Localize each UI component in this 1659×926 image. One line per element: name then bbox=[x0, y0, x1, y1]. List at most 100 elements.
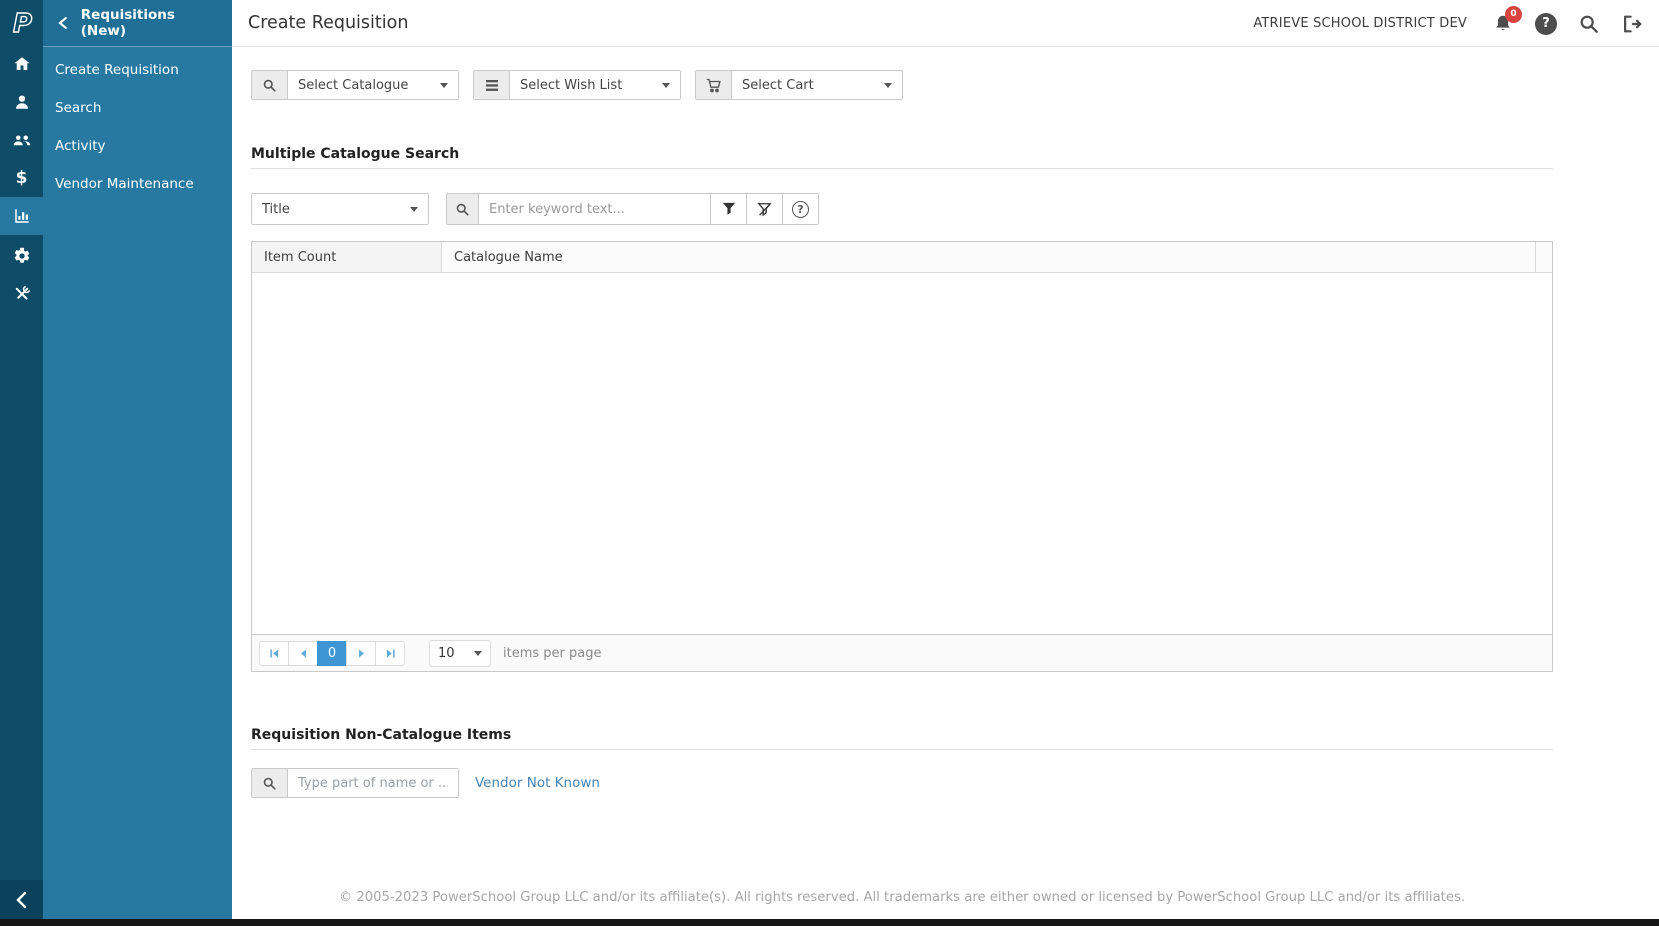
last-page-button[interactable] bbox=[375, 641, 405, 666]
sidebar-item-search[interactable]: Search bbox=[43, 89, 232, 127]
chevron-down-icon bbox=[410, 207, 418, 212]
filter-funnel-icon bbox=[722, 202, 736, 216]
select-wishlist-value: Select Wish List bbox=[520, 78, 622, 93]
column-header-catalogue-name[interactable]: Catalogue Name bbox=[442, 242, 1535, 272]
chevron-left-icon bbox=[14, 890, 30, 910]
tools-icon[interactable] bbox=[0, 275, 43, 313]
page-title: Create Requisition bbox=[248, 13, 408, 33]
non-catalogue-search-row: Vendor Not Known bbox=[251, 768, 600, 798]
powerschool-logo-icon: P bbox=[10, 8, 34, 38]
global-search-icon[interactable] bbox=[1576, 11, 1602, 37]
selector-row: Select Catalogue Select Wish List bbox=[251, 70, 903, 100]
copyright-footer: © 2005-2023 PowerSchool Group LLC and/or… bbox=[251, 890, 1553, 905]
next-page-icon bbox=[355, 647, 368, 660]
person-icon-glyph bbox=[13, 93, 31, 111]
vendor-not-known-link[interactable]: Vendor Not Known bbox=[475, 775, 600, 791]
catalogue-search-heading: Multiple Catalogue Search bbox=[251, 146, 459, 162]
keyword-search-row: Title bbox=[251, 193, 819, 225]
finance-icon[interactable]: $ bbox=[0, 159, 43, 197]
keyword-search-group: ? bbox=[446, 193, 819, 225]
page-size-dropdown[interactable]: 10 bbox=[429, 640, 491, 667]
next-page-button[interactable] bbox=[346, 641, 376, 666]
module-header[interactable]: Requisitions (New) bbox=[43, 0, 232, 47]
chevron-down-icon bbox=[884, 83, 892, 88]
main-content: Select Catalogue Select Wish List bbox=[232, 47, 1659, 919]
dollar-glyph: $ bbox=[16, 170, 28, 187]
svg-text:P: P bbox=[13, 9, 32, 38]
chevron-down-icon bbox=[662, 83, 670, 88]
top-bar: Create Requisition ATRIEVE SCHOOL DISTRI… bbox=[232, 0, 1659, 47]
wrench-screwdriver-icon-glyph bbox=[13, 285, 31, 303]
district-name: ATRIEVE SCHOOL DISTRICT DEV bbox=[1253, 16, 1467, 31]
select-cart-value: Select Cart bbox=[742, 78, 814, 93]
vendor-search-iconbox bbox=[252, 769, 288, 797]
previous-page-button[interactable] bbox=[288, 641, 318, 666]
grid-pagination: 0 10 items per page bbox=[252, 634, 1552, 671]
notification-badge: 0 bbox=[1505, 6, 1522, 23]
catalogue-search-iconbox bbox=[252, 71, 288, 99]
back-chevron-icon bbox=[57, 16, 69, 30]
keyword-search-iconbox bbox=[447, 194, 479, 224]
select-catalogue-value: Select Catalogue bbox=[298, 78, 408, 93]
cart-selector-group: Select Cart bbox=[695, 70, 903, 100]
grid-body-empty bbox=[252, 273, 1552, 634]
sidebar-item-label: Activity bbox=[55, 138, 106, 154]
sidebar-menu: Create Requisition Search Activity Vendo… bbox=[43, 47, 232, 203]
sidebar-item-label: Create Requisition bbox=[55, 62, 179, 78]
search-icon bbox=[262, 776, 277, 791]
catalogue-results-grid: Item Count Catalogue Name 0 bbox=[251, 241, 1553, 672]
people-icon-glyph bbox=[12, 131, 32, 149]
person-icon[interactable] bbox=[0, 83, 43, 121]
people-icon[interactable] bbox=[0, 121, 43, 159]
bar-chart-icon-glyph bbox=[13, 207, 31, 225]
search-field-value: Title bbox=[262, 202, 290, 217]
last-page-icon bbox=[384, 647, 397, 660]
settings-gear-icon[interactable] bbox=[0, 237, 43, 275]
non-catalogue-heading: Requisition Non-Catalogue Items bbox=[251, 727, 511, 743]
current-page-button[interactable]: 0 bbox=[317, 641, 347, 666]
chevron-down-icon bbox=[474, 651, 482, 656]
notifications-bell-icon[interactable]: 0 bbox=[1490, 11, 1516, 37]
wishlist-iconbox bbox=[474, 71, 510, 99]
module-title: Requisitions (New) bbox=[81, 7, 222, 39]
help-icon-glyph: ? bbox=[1535, 13, 1557, 35]
first-page-icon bbox=[268, 647, 281, 660]
sidebar-item-label: Search bbox=[55, 100, 101, 116]
keyword-input[interactable] bbox=[479, 194, 710, 224]
home-icon[interactable] bbox=[0, 45, 43, 83]
filter-off-icon bbox=[757, 202, 772, 217]
sidebar-item-vendor-maintenance[interactable]: Vendor Maintenance bbox=[43, 165, 232, 203]
magnifier-icon-glyph bbox=[1578, 13, 1600, 35]
grid-header-spacer bbox=[1535, 242, 1552, 272]
help-icon[interactable]: ? bbox=[1533, 11, 1559, 37]
sidebar-item-activity[interactable]: Activity bbox=[43, 127, 232, 165]
wishlist-selector-group: Select Wish List bbox=[473, 70, 681, 100]
logout-icon[interactable] bbox=[1619, 11, 1645, 37]
column-header-item-count[interactable]: Item Count bbox=[252, 242, 442, 272]
sidebar-item-create-requisition[interactable]: Create Requisition bbox=[43, 51, 232, 89]
apply-filter-button[interactable] bbox=[710, 194, 746, 224]
select-cart-dropdown[interactable]: Select Cart bbox=[732, 71, 902, 99]
search-icon bbox=[455, 202, 470, 217]
help-outline-icon: ? bbox=[792, 201, 809, 218]
select-wishlist-dropdown[interactable]: Select Wish List bbox=[510, 71, 680, 99]
sidebar-rail: P $ bbox=[0, 0, 43, 926]
search-field-dropdown[interactable]: Title bbox=[251, 193, 429, 225]
catalogue-selector-group: Select Catalogue bbox=[251, 70, 459, 100]
first-page-button[interactable] bbox=[259, 641, 289, 666]
logout-icon-glyph bbox=[1621, 13, 1643, 35]
gear-icon-glyph bbox=[13, 247, 31, 265]
search-help-button[interactable]: ? bbox=[782, 194, 818, 224]
clear-filter-button[interactable] bbox=[746, 194, 782, 224]
search-icon bbox=[262, 78, 277, 93]
previous-page-icon bbox=[297, 647, 310, 660]
grid-header: Item Count Catalogue Name bbox=[252, 242, 1552, 273]
powerschool-logo[interactable]: P bbox=[0, 0, 43, 46]
items-per-page-label: items per page bbox=[503, 646, 601, 661]
vendor-search-input[interactable] bbox=[288, 769, 458, 797]
section-divider bbox=[251, 749, 1553, 750]
select-catalogue-dropdown[interactable]: Select Catalogue bbox=[288, 71, 458, 99]
reports-chart-icon[interactable] bbox=[0, 197, 43, 235]
home-icon-glyph bbox=[13, 55, 31, 73]
sidebar-collapse-button[interactable] bbox=[0, 880, 43, 919]
